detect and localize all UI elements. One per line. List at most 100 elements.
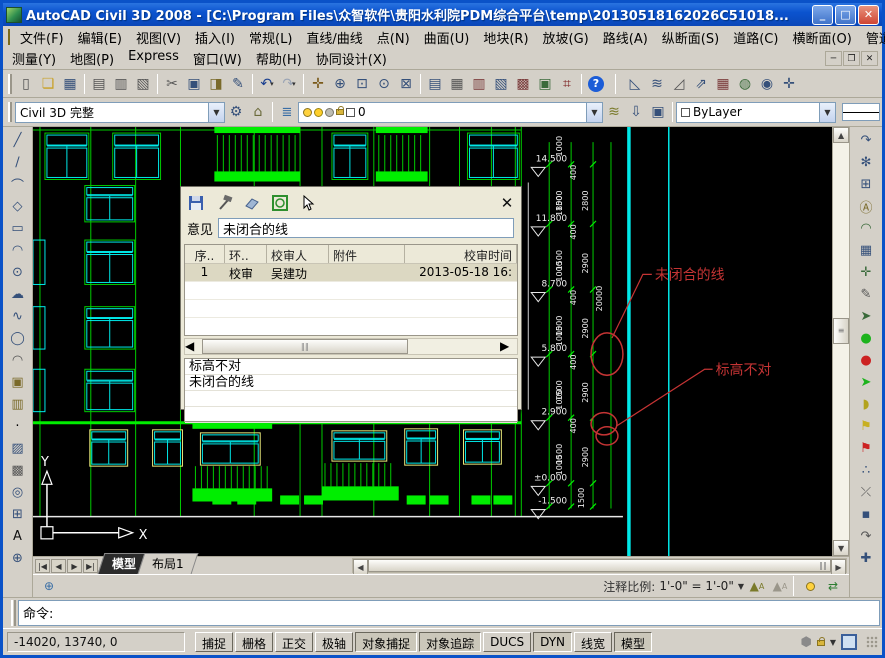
circle-marker-icon[interactable]: ⊕ xyxy=(6,547,30,569)
layer-combo[interactable]: 0 ▼ xyxy=(298,102,603,123)
fit-curve-icon[interactable]: ↷ xyxy=(854,129,878,151)
resize-grip[interactable] xyxy=(866,636,878,648)
feature-line-icon[interactable]: ✎ xyxy=(854,283,878,305)
line-cross-icon[interactable]: ⤫ xyxy=(854,481,878,503)
doc-close-button[interactable]: ✕ xyxy=(861,51,878,66)
hatch-icon[interactable]: ▨ xyxy=(6,437,30,459)
dialog-close-icon[interactable]: ✕ xyxy=(496,194,518,212)
command-input[interactable]: 命令: xyxy=(18,600,880,626)
open-file-icon[interactable]: ❏ xyxy=(37,73,59,95)
linetype-sample[interactable] xyxy=(842,103,880,121)
table-row-empty[interactable] xyxy=(185,318,517,336)
menu-视图[interactable]: 视图(V) xyxy=(129,26,188,49)
polyline-icon[interactable]: ⌒ xyxy=(6,173,30,195)
menu-道路[interactable]: 道路(C) xyxy=(726,26,785,49)
tab-nav-previous-icon[interactable]: ◀ xyxy=(51,559,66,573)
close-button[interactable]: ✕ xyxy=(858,5,879,25)
layer-manager-icon[interactable]: ≣ xyxy=(276,101,298,123)
point-cross-icon[interactable]: ✛ xyxy=(854,261,878,283)
plot-icon[interactable]: ▤ xyxy=(88,73,110,95)
point-blue-icon[interactable]: ∴ xyxy=(854,459,878,481)
design-center-icon[interactable]: ▦ xyxy=(446,73,468,95)
comment-history-item[interactable]: 未闭合的线 xyxy=(185,375,517,391)
menu-横断面[interactable]: 横断面(O) xyxy=(785,26,858,49)
vscroll-thumb[interactable]: ≡ xyxy=(833,318,849,344)
menu-帮助[interactable]: 帮助(H) xyxy=(249,47,309,70)
toolbar-grip[interactable] xyxy=(8,102,12,122)
maximize-button[interactable]: □ xyxy=(835,5,856,25)
comment-history-item[interactable]: 标高不对 xyxy=(185,359,517,375)
line-icon[interactable]: ╱ xyxy=(6,129,30,151)
horizontal-scrollbar[interactable]: ◀ ‖‖ ▶ xyxy=(352,558,847,573)
table-header-2[interactable]: 校审人 xyxy=(267,245,329,263)
review-comment-dialog[interactable]: ✕ 意见 序..环..校审人附件校审时间 1校审吴建功2013-05-18 16… xyxy=(180,186,522,410)
ellipse-icon[interactable]: ◯ xyxy=(6,327,30,349)
make-layer-current-icon[interactable]: ≋ xyxy=(603,101,625,123)
protractor-icon[interactable]: ◺ xyxy=(624,73,646,95)
command-grip[interactable] xyxy=(11,600,16,626)
toggle-对象捕捉[interactable]: 对象捕捉 xyxy=(355,632,417,652)
menu-文件[interactable]: 文件(F) xyxy=(13,26,71,49)
surface-arrow-green-icon[interactable]: ➤ xyxy=(854,371,878,393)
title-bar[interactable]: AutoCAD Civil 3D 2008 - [C:\Program File… xyxy=(3,3,882,26)
point-marker-green-icon[interactable]: ● xyxy=(854,327,878,349)
chevron-down-icon[interactable]: ▼ xyxy=(586,103,602,122)
cursor-icon[interactable] xyxy=(296,192,320,214)
point-marker-red-icon[interactable]: ● xyxy=(854,349,878,371)
match-properties-icon[interactable]: ✎ xyxy=(227,73,249,95)
menu-Express[interactable]: Express xyxy=(121,47,186,70)
point-group-icon[interactable]: ✚ xyxy=(854,547,878,569)
surface-contour-icon[interactable]: ◠ xyxy=(854,217,878,239)
menu-直线/曲线[interactable]: 直线/曲线 xyxy=(299,26,369,49)
layer-previous-icon[interactable]: ⇩ xyxy=(625,101,647,123)
doc-restore-button[interactable]: ❐ xyxy=(843,51,860,66)
menu-插入[interactable]: 插入(I) xyxy=(188,26,242,49)
toolbar-grip[interactable] xyxy=(8,74,12,94)
table-header-0[interactable]: 序.. xyxy=(185,245,225,263)
doc-minimize-button[interactable]: ─ xyxy=(825,51,842,66)
table-header-1[interactable]: 环.. xyxy=(225,245,267,263)
save-icon[interactable]: ▦ xyxy=(59,73,81,95)
toggle-栅格[interactable]: 栅格 xyxy=(235,632,273,652)
menu-曲面[interactable]: 曲面(U) xyxy=(417,26,477,49)
gradient-icon[interactable]: ▩ xyxy=(6,459,30,481)
zoom-extents-icon[interactable]: ⊠ xyxy=(395,73,417,95)
menu-协同设计[interactable]: 协同设计(X) xyxy=(309,47,394,70)
point-square-icon[interactable]: ▪ xyxy=(854,503,878,525)
lock-open-icon[interactable] xyxy=(336,109,344,115)
image-icon[interactable] xyxy=(268,192,292,214)
menu-点[interactable]: 点(N) xyxy=(370,26,417,49)
zoom-realtime-icon[interactable]: ⊕ xyxy=(329,73,351,95)
model-space-cube-icon[interactable]: ⬢ xyxy=(800,635,811,650)
toggle-模型[interactable]: 模型 xyxy=(614,632,652,652)
construction-line-icon[interactable]: ∕ xyxy=(6,151,30,173)
rectangle-icon[interactable]: ▭ xyxy=(6,217,30,239)
settings-gear-icon[interactable]: ✛ xyxy=(778,73,800,95)
chevron-down-icon[interactable]: ▼ xyxy=(208,103,224,122)
redo-icon[interactable]: ↷▾ xyxy=(278,73,300,95)
workspace-combo[interactable]: Civil 3D 完整 ▼ xyxy=(15,102,225,123)
surface-edit-icon[interactable]: ◗ xyxy=(854,393,878,415)
annotation-autoscale-icon[interactable]: ▲A xyxy=(770,577,790,595)
menu-测量[interactable]: 测量(Y) xyxy=(5,47,63,70)
insert-block-icon[interactable]: ▣ xyxy=(6,371,30,393)
review-table[interactable]: 序..环..校审人附件校审时间 1校审吴建功2013-05-18 16: xyxy=(184,244,518,336)
menu-地块[interactable]: 地块(R) xyxy=(476,26,535,49)
coordinates-display[interactable]: -14020, 13740, 0 xyxy=(7,632,185,652)
table-row-empty[interactable] xyxy=(185,300,517,318)
scroll-left-icon[interactable]: ◀ xyxy=(185,339,202,354)
leader-tool-icon[interactable]: ⇗ xyxy=(690,73,712,95)
annotation-scale-value[interactable]: 1'-0" = 1'-0" xyxy=(659,579,734,593)
undo-icon[interactable]: ↶▾ xyxy=(256,73,278,95)
eraser-icon[interactable] xyxy=(240,192,264,214)
minimize-button[interactable]: _ xyxy=(812,5,833,25)
chevron-down-icon[interactable]: ▼ xyxy=(738,582,744,591)
spline-icon[interactable]: ∿ xyxy=(6,305,30,327)
save-surface-icon[interactable]: ▦ xyxy=(854,239,878,261)
menu-窗口[interactable]: 窗口(W) xyxy=(186,47,249,70)
plot-preview-icon[interactable]: ▥ xyxy=(110,73,132,95)
text-tag-icon[interactable]: Ⓐ xyxy=(854,195,878,217)
help-icon[interactable]: ? xyxy=(585,73,607,95)
make-block-icon[interactable]: ▥ xyxy=(6,393,30,415)
table-header-4[interactable]: 校审时间 xyxy=(405,245,517,263)
